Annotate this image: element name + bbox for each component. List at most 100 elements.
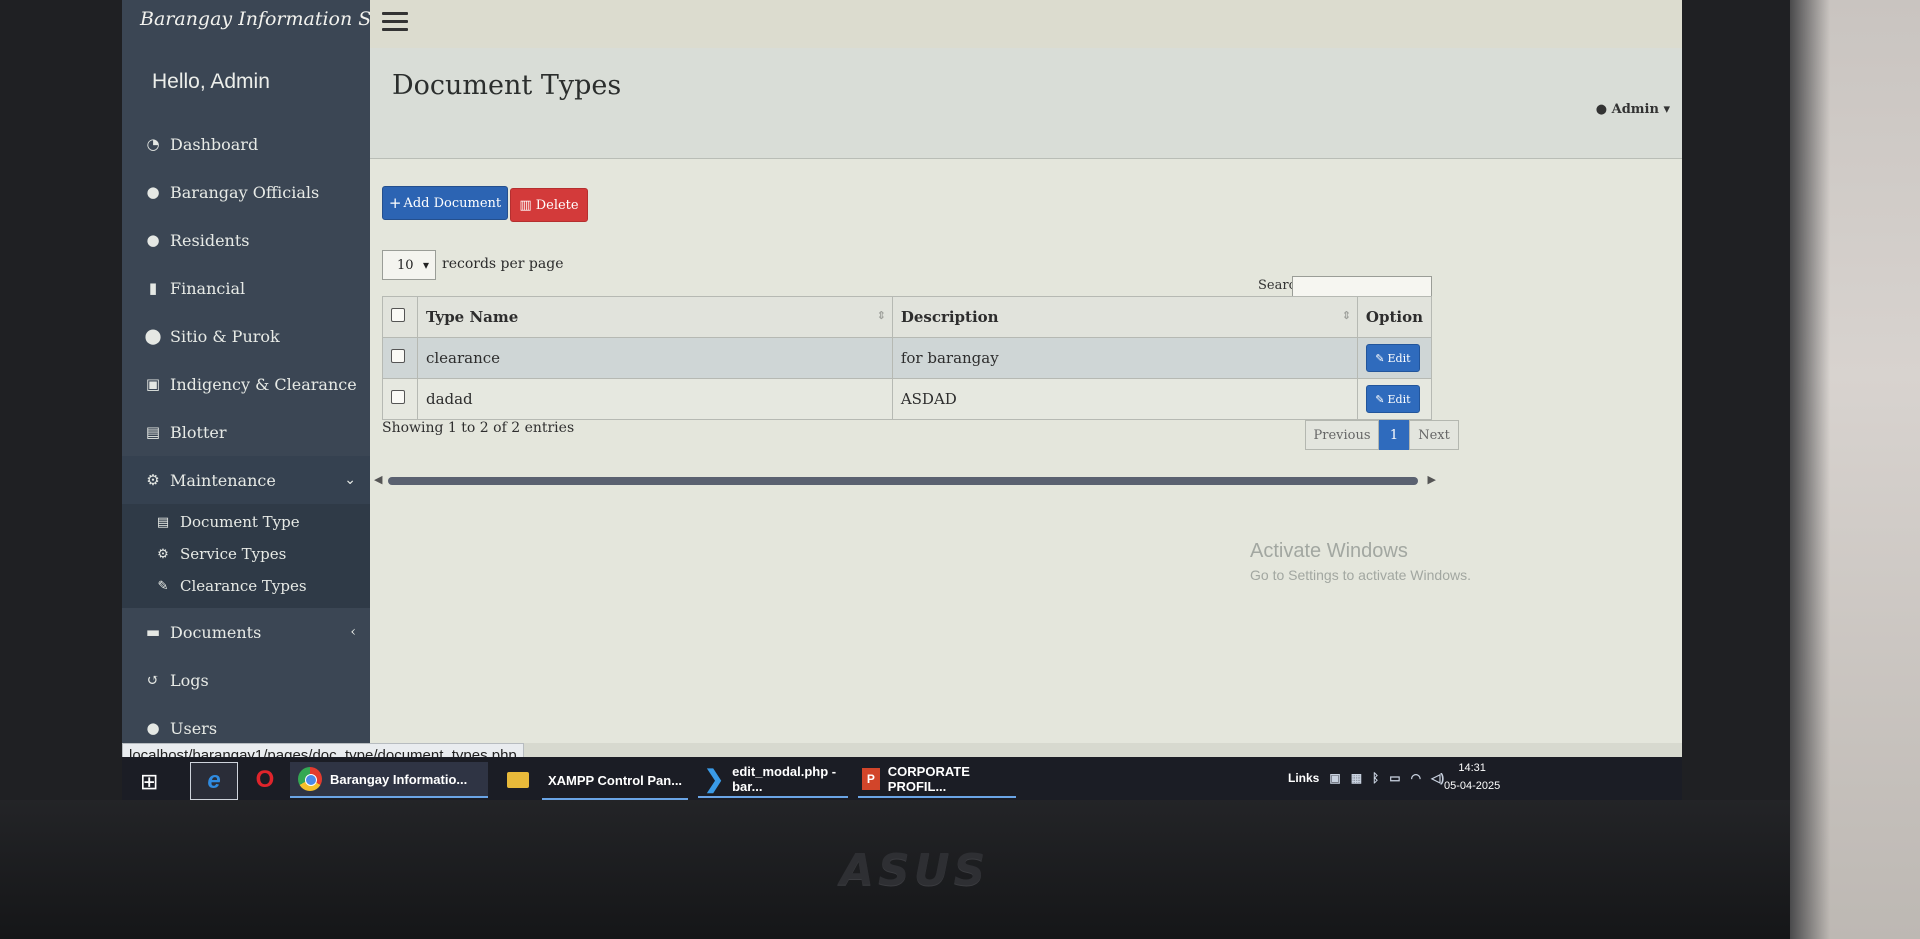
column-type-name[interactable]: Type Name ⇕ [416,296,893,338]
trash-icon: ▥ [519,197,532,213]
table-row: clearance for barangay ✎ Edit [382,337,1433,379]
opera-icon[interactable]: O [242,762,288,798]
sidebar-item-label: Users [170,718,218,738]
edit-label: Edit [1387,351,1411,365]
sidebar-item-barangay-officials[interactable]: ● Barangay Officials [122,168,370,216]
column-label: Description [900,308,999,326]
option-cell: ✎ Edit [1356,378,1433,420]
table-header-row: Type Name ⇕ Description ⇕ Option [382,296,1433,338]
scroll-left-icon[interactable]: ◀ [374,473,382,486]
pagination-next[interactable]: Next [1409,420,1459,450]
edit-icon: ✎ [1375,351,1385,365]
taskbar-app-label: CORPORATE PROFIL... [887,764,970,794]
chevron-down-icon: ▾ [422,258,429,272]
windows-start-icon[interactable]: ⊞ [140,769,158,795]
user-icon: ● [1595,102,1608,117]
powerpoint-icon: P [862,768,880,790]
clock-time: 14:31 [1458,762,1486,774]
records-per-page-select[interactable]: 10 ▾ [382,250,436,280]
horizontal-scrollbar[interactable]: ◀ ▶ [370,472,1438,488]
sidebar-item-label: Document Type [180,513,300,531]
add-document-label: Add Document [403,195,502,211]
links-toolbar[interactable]: Links [1288,771,1319,785]
users-icon: ● [146,719,160,737]
pagination: Previous 1 Next [1305,420,1459,450]
column-label: Option [1365,308,1423,326]
delete-button[interactable]: ▥ Delete [510,188,588,222]
pagination-previous[interactable]: Previous [1305,420,1379,450]
sidebar-item-sitio-purok[interactable]: ⬤ Sitio & Purok [122,312,370,360]
option-cell: ✎ Edit [1356,337,1433,379]
taskbar-app-xampp[interactable]: XAMPP Control Pan... [542,762,688,800]
watermark-subtitle: Go to Settings to activate Windows. [1250,567,1471,583]
laptop-brand-logo: ASUS [840,845,990,896]
taskbar-file-explorer[interactable] [498,762,538,798]
chrome-icon [298,767,322,791]
description-cell: ASDAD [891,378,1358,420]
page-header: Document Types [370,48,1682,159]
row-select-cell [382,337,418,379]
menu-toggle-icon[interactable] [382,12,408,32]
battery-icon[interactable]: ▭ [1389,771,1400,785]
sidebar-item-clearance-types[interactable]: ✎ Clearance Types [122,570,370,602]
scroll-right-icon[interactable]: ▶ [1428,473,1436,486]
blotter-icon: ▤ [145,423,161,441]
taskbar-app-chrome[interactable]: Barangay Informatio... [290,762,488,798]
sidebar-item-service-types[interactable]: ⚙ Service Types [122,538,370,570]
sidebar-item-label: Service Types [180,545,287,563]
sidebar-item-maintenance[interactable]: ⚙ Maintenance ⌄ [122,456,370,504]
bluetooth-icon[interactable]: ᛒ [1372,771,1379,785]
history-icon: ↺ [146,671,160,689]
map-pin-icon: ⬤ [144,327,162,345]
sort-icon: ⇕ [1341,309,1351,322]
wifi-icon[interactable]: ◠ [1411,771,1421,785]
taskbar-app-label: edit_modal.php - bar... [732,764,837,794]
user-menu[interactable]: ● Admin ▾ [1596,102,1670,117]
officials-icon: ● [146,183,160,201]
clock[interactable]: 14:31 05-04-2025 [1444,759,1500,795]
sidebar-item-logs[interactable]: ↺ Logs [122,656,370,704]
document-icon: ▤ [156,514,170,530]
column-option: Option [1356,296,1433,338]
taskbar-app-powerpoint[interactable]: P CORPORATE PROFIL... [858,762,1016,798]
select-all-cell [382,296,418,338]
row-checkbox[interactable] [391,349,405,363]
top-navbar [370,0,1682,48]
sidebar-item-residents[interactable]: ● Residents [122,216,370,264]
sidebar-item-financial[interactable]: ▮ Financial [122,264,370,312]
vscode-icon: ❯ [704,765,725,793]
clock-date: 05-04-2025 [1444,780,1501,792]
activate-windows-watermark: Activate Windows Go to Settings to activ… [1250,540,1471,583]
edit-button[interactable]: ✎ Edit [1365,385,1420,413]
residents-icon: ● [146,231,160,249]
pagination-page[interactable]: 1 [1379,420,1409,450]
volume-icon[interactable]: ◁) [1431,771,1444,785]
records-per-page-label: records per page [442,256,564,272]
sidebar-item-label: Residents [170,230,250,250]
scrollbar-thumb[interactable] [388,477,1418,485]
column-description[interactable]: Description ⇕ [891,296,1358,338]
tray-app-icon[interactable]: ▦ [1351,771,1362,785]
background-wall [1790,0,1920,939]
column-label: Type Name [425,308,519,326]
sidebar-item-document-type[interactable]: ▤ Document Type [122,506,370,538]
description-cell: for barangay [891,337,1358,379]
user-menu-label: Admin [1611,102,1659,117]
sidebar-item-blotter[interactable]: ▤ Blotter [122,408,370,456]
row-checkbox[interactable] [391,390,405,404]
internet-explorer-icon[interactable]: e [190,762,238,800]
sidebar-item-dashboard[interactable]: ◔ Dashboard [122,120,370,168]
sidebar-item-label: Clearance Types [180,577,307,595]
edit-button[interactable]: ✎ Edit [1365,344,1420,372]
sidebar-nav: ◔ Dashboard ● Barangay Officials ● Resid… [122,120,370,752]
type-name-cell: dadad [416,378,893,420]
folder-icon [507,772,529,788]
add-document-button[interactable]: + Add Document [382,186,508,220]
tray-app-icon[interactable]: ▣ [1329,771,1340,785]
sidebar-item-indigency-clearance[interactable]: ▣ Indigency & Clearance [122,360,370,408]
chevron-down-icon: ⌄ [344,472,356,488]
select-all-checkbox[interactable] [391,308,405,322]
sidebar-item-documents[interactable]: ▬ Documents ‹ [122,608,370,656]
taskbar-app-vscode[interactable]: ❯ edit_modal.php - bar... [698,762,848,798]
sidebar-item-label: Dashboard [170,134,259,154]
